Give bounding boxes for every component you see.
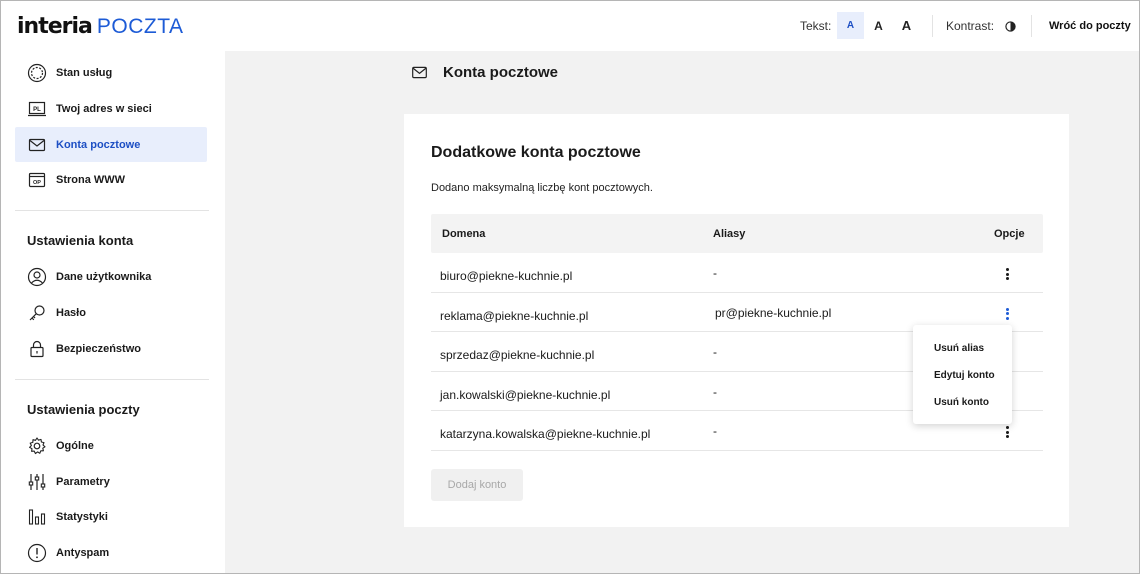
mail-icon	[411, 64, 428, 81]
sidebar-item-label: Hasło	[56, 306, 86, 319]
sidebar-item-user-data[interactable]: Dane użytkownika	[15, 259, 207, 294]
row-options-button[interactable]	[999, 266, 1015, 282]
sidebar-item-label: Dane użytkownika	[56, 270, 152, 283]
column-header-domain: Domena	[442, 228, 486, 240]
domain-cell: jan.kowalski@piekne-kuchnie.pl	[440, 387, 611, 402]
service-status-icon	[27, 63, 47, 83]
row-options-button[interactable]	[999, 424, 1015, 440]
user-icon	[27, 267, 47, 287]
contrast-toggle-button[interactable]	[1002, 18, 1018, 34]
sidebar-item-label: Antyspam	[56, 546, 110, 559]
edit-account-menu-item[interactable]: Edytuj konto	[913, 362, 1012, 389]
sidebar-item-statistics[interactable]: Statystyki	[15, 499, 207, 534]
alias-cell: -	[713, 345, 717, 359]
svg-text:PL: PL	[33, 106, 41, 112]
card-title: Dodatkowe konta pocztowe	[431, 144, 641, 161]
sidebar-item-web-address[interactable]: PL Twoj adres w sieci	[15, 91, 207, 126]
sidebar-divider	[15, 210, 209, 211]
text-size-small-button[interactable]: A	[837, 12, 864, 39]
column-header-options: Opcje	[994, 228, 1025, 240]
logo-brand: interia	[17, 14, 93, 39]
sidebar-item-website[interactable]: OP Strona WWW	[15, 162, 207, 197]
row-options-menu: Usuń alias Edytuj konto Usuń konto	[913, 325, 1012, 424]
header-divider	[1031, 15, 1032, 37]
gear-icon	[27, 436, 47, 456]
sidebar-item-general[interactable]: Ogólne	[15, 428, 207, 463]
logo-product: POCZTA	[96, 15, 184, 38]
remove-alias-menu-item[interactable]: Usuń alias	[913, 335, 1012, 362]
sidebar-item-label: Stan usług	[56, 66, 113, 79]
limit-info-text: Dodano maksymalną liczbę kont pocztowych…	[431, 182, 653, 194]
sidebar-item-label: Statystyki	[56, 510, 108, 523]
alias-cell: pr@piekne-kuchnie.pl	[715, 305, 832, 320]
header-divider	[932, 15, 933, 37]
domain-cell: reklama@piekne-kuchnie.pl	[440, 308, 589, 323]
sidebar-item-label: Konta pocztowe	[56, 138, 141, 151]
sidebar-item-password[interactable]: Hasło	[15, 295, 207, 330]
sidebar-item-mail-accounts[interactable]: Konta pocztowe	[15, 127, 207, 162]
lock-icon	[27, 339, 47, 359]
sidebar-item-antispam[interactable]: Antyspam	[15, 535, 207, 570]
sliders-icon	[27, 472, 47, 492]
add-account-button[interactable]: Dodaj konto	[431, 469, 523, 501]
interia-poczta-logo[interactable]: interia POCZTA	[17, 14, 184, 39]
sidebar-item-label: Twoj adres w sieci	[56, 102, 152, 115]
stats-icon	[27, 507, 47, 527]
sidebar: Stan usług PL Twoj adres w sieci Konta p…	[1, 51, 225, 573]
sidebar-item-label: Ogólne	[56, 439, 94, 452]
key-icon	[27, 303, 47, 323]
text-size-large-button[interactable]: A	[893, 12, 920, 39]
alias-cell: -	[713, 266, 717, 280]
text-size-label: Tekst:	[800, 19, 832, 33]
contrast-icon	[1004, 20, 1016, 32]
app-window: interia POCZTA Tekst: A A A Kontrast: Wr…	[0, 0, 1140, 574]
page-header: Konta pocztowe	[411, 61, 558, 83]
sidebar-item-parameters[interactable]: Parametry	[15, 464, 207, 499]
sidebar-item-label: Strona WWW	[56, 173, 126, 186]
web-address-icon: PL	[27, 99, 47, 119]
sidebar-item-service-status[interactable]: Stan usług	[15, 55, 207, 90]
sidebar-item-security[interactable]: Bezpieczeństwo	[15, 331, 207, 366]
sidebar-item-label: Bezpieczeństwo	[56, 342, 141, 355]
sidebar-item-label: Parametry	[56, 475, 110, 488]
mail-settings-heading: Ustawienia poczty	[27, 402, 140, 417]
alias-cell: -	[713, 384, 717, 399]
column-header-aliases: Aliasy	[713, 228, 746, 240]
alias-cell: -	[713, 424, 717, 438]
domain-cell: biuro@piekne-kuchnie.pl	[440, 269, 573, 283]
sidebar-divider	[15, 379, 209, 380]
domain-cell: sprzedaz@piekne-kuchnie.pl	[440, 348, 595, 362]
back-to-mail-button[interactable]: Wróć do poczty	[1041, 15, 1139, 37]
table-header: Domena Aliasy Opcje	[431, 214, 1043, 253]
row-options-button[interactable]	[999, 306, 1015, 322]
page-title: Konta pocztowe	[443, 63, 558, 81]
mail-accounts-card: Dodatkowe konta pocztowe Dodano maksymal…	[404, 114, 1069, 527]
delete-account-menu-item[interactable]: Usuń konto	[913, 389, 1012, 416]
warning-icon	[27, 543, 47, 563]
text-size-medium-button[interactable]: A	[865, 12, 892, 39]
contrast-label: Kontrast:	[946, 19, 995, 33]
top-header: interia POCZTA Tekst: A A A Kontrast: Wr…	[1, 1, 1139, 51]
svg-text:OP: OP	[33, 180, 41, 186]
mail-icon	[27, 135, 47, 155]
account-settings-heading: Ustawienia konta	[27, 233, 134, 248]
website-icon: OP	[27, 170, 47, 190]
table-row: biuro@piekne-kuchnie.pl -	[431, 253, 1043, 293]
domain-cell: katarzyna.kowalska@piekne-kuchnie.pl	[440, 427, 651, 441]
